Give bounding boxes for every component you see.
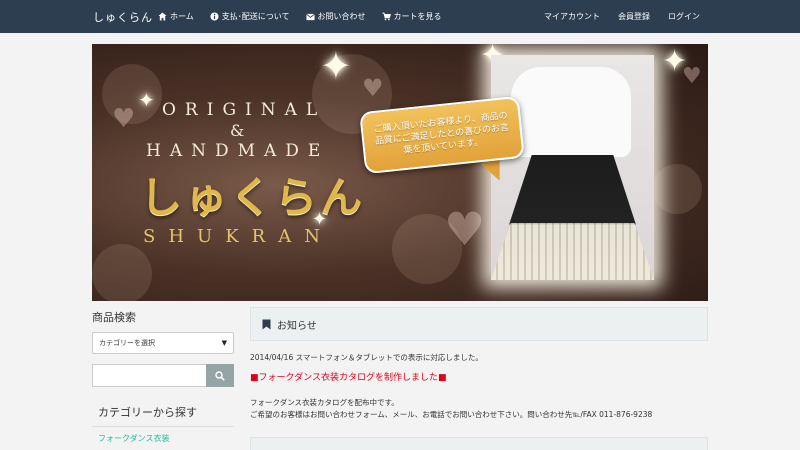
site-brand[interactable]: しゅくらん bbox=[93, 9, 153, 25]
notice-panel-header: お知らせ bbox=[250, 307, 708, 341]
product-search-title: 商品検索 bbox=[92, 311, 136, 324]
nav-payment-label: 支払･配送について bbox=[221, 12, 290, 21]
nav-left: ホーム 支払･配送について お問い合わせ カートを見る bbox=[158, 0, 442, 33]
heart-icon: ♥ bbox=[444, 202, 486, 256]
news-highlight: ■フォークダンス衣装カタログを制作しました■ bbox=[250, 373, 447, 383]
nav-contact-label: お問い合わせ bbox=[317, 12, 366, 21]
banner-name-jp: しゅくらん bbox=[140, 173, 366, 222]
cart-icon bbox=[381, 12, 391, 21]
sparkle-icon: ✦ bbox=[312, 209, 328, 230]
bokeh-light bbox=[92, 244, 152, 301]
blouse-shape bbox=[511, 67, 631, 157]
banner-line-original: ORIGINAL bbox=[162, 100, 327, 120]
nav-payment-shipping[interactable]: 支払･配送について bbox=[210, 11, 290, 22]
sparkle-icon: ✦ bbox=[320, 44, 352, 88]
nav-cart-label: カートを見る bbox=[393, 12, 442, 21]
testimonial-text: ご購入頂いたお客様より、商品の品質にご満足したとの喜びのお言葉を頂いています。 bbox=[373, 111, 510, 157]
nav-my-account[interactable]: マイアカウント bbox=[544, 11, 600, 22]
search-icon bbox=[215, 366, 225, 385]
search-row bbox=[92, 364, 234, 387]
search-input[interactable] bbox=[92, 364, 206, 387]
sparkle-icon: ✦ bbox=[662, 44, 688, 79]
nav-home[interactable]: ホーム bbox=[158, 11, 194, 22]
banner-ampersand: & bbox=[230, 121, 245, 140]
banner-line-handmade: HANDMADE bbox=[146, 141, 330, 161]
sparkle-icon: ✦ bbox=[138, 88, 155, 112]
category-select-value: カテゴリーを選択 bbox=[99, 339, 155, 347]
category-link-folkdance[interactable]: フォークダンス衣装 bbox=[92, 433, 234, 444]
nav-login[interactable]: ログイン bbox=[668, 11, 700, 22]
info-icon bbox=[210, 12, 219, 21]
banner-name-en: SHUKRAN bbox=[143, 226, 333, 247]
home-icon bbox=[158, 12, 167, 21]
news-line-1: 2014/04/16 スマートフォン＆タブレットでの表示に対応しました。 bbox=[250, 353, 483, 362]
notice-title: お知らせ bbox=[277, 320, 317, 332]
news-line-3: ご希望のお客様はお問い合わせフォーム、メール、お電話でお問い合わせ下さい。問い合… bbox=[250, 410, 653, 419]
news-line-2: フォークダンス衣装カタログを配布中です。 bbox=[250, 398, 399, 407]
sidebar: 商品検索 カテゴリーを選択 ▼ カテゴリーから探す フォークダンス衣装 bbox=[92, 309, 234, 444]
heart-icon: ♥ bbox=[362, 74, 384, 102]
bokeh-light bbox=[652, 164, 702, 214]
lace-shape bbox=[491, 223, 654, 280]
nav-right: マイアカウント 会員登録 ログイン bbox=[544, 0, 700, 33]
search-button[interactable] bbox=[206, 364, 234, 387]
nav-cart[interactable]: カートを見る bbox=[381, 11, 442, 22]
heart-icon: ♥ bbox=[112, 104, 136, 134]
nav-register[interactable]: 会員登録 bbox=[618, 11, 650, 22]
product-photo bbox=[491, 55, 654, 280]
bookmark-icon bbox=[262, 315, 271, 334]
nav-contact[interactable]: お問い合わせ bbox=[305, 11, 366, 22]
select-arrow-icon: ▼ bbox=[221, 339, 227, 347]
category-select[interactable]: カテゴリーを選択 ▼ bbox=[92, 332, 234, 354]
nav-home-label: ホーム bbox=[170, 12, 194, 21]
mail-icon bbox=[305, 12, 315, 21]
top-navbar: しゅくらん ホーム 支払･配送について お問い合わせ カートを見る マイアカウン… bbox=[0, 0, 800, 33]
category-browse-title: カテゴリーから探す bbox=[92, 404, 234, 427]
news-body: 2014/04/16 スマートフォン＆タブレットでの表示に対応しました。 ■フォ… bbox=[250, 352, 708, 421]
hero-banner: ♥ ♥ ♥ ♥ ♥ ORIGINAL & HANDMADE しゅくらん SHUK… bbox=[92, 44, 708, 301]
second-panel-header bbox=[250, 437, 708, 450]
